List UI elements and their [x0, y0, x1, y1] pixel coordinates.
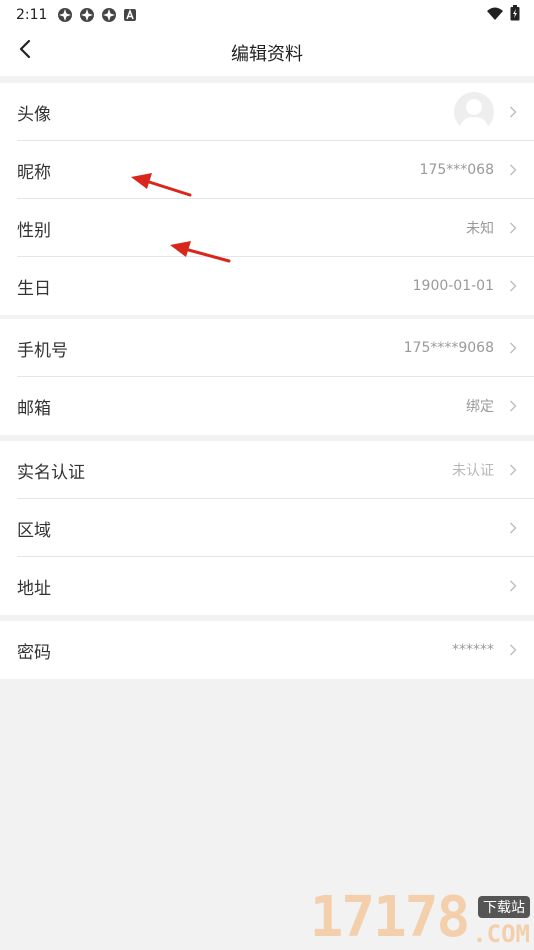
- row-label: 邮箱: [17, 398, 51, 419]
- page-title: 编辑资料: [231, 44, 303, 65]
- watermark-domain: .COM: [472, 920, 530, 948]
- address-row[interactable]: 地址: [0, 557, 534, 615]
- region-row[interactable]: 区域: [0, 499, 534, 557]
- a-notification-icon: [123, 8, 137, 22]
- chevron-right-icon: [508, 643, 518, 657]
- chevron-right-icon: [508, 399, 518, 413]
- row-label: 头像: [17, 104, 51, 125]
- row-value: 175***068: [419, 162, 494, 178]
- chevron-right-icon: [508, 341, 518, 355]
- row-label: 密码: [17, 642, 51, 663]
- row-label: 区域: [17, 520, 51, 541]
- email-row[interactable]: 邮箱 绑定: [0, 377, 534, 435]
- profile-basic-group: 头像 昵称 175***068 性别 未知 生日 1900-01-01: [0, 83, 534, 315]
- identity-group: 实名认证 未认证 区域 地址: [0, 441, 534, 615]
- chevron-right-icon: [508, 579, 518, 593]
- chevron-right-icon: [508, 221, 518, 235]
- default-avatar-icon: [459, 99, 489, 132]
- avatar-row[interactable]: 头像: [0, 83, 534, 141]
- row-value: 未知: [466, 221, 494, 237]
- chevron-right-icon: [508, 521, 518, 535]
- app-notification-icon: [101, 7, 117, 23]
- watermark: 17178 下载站 .COM: [304, 880, 534, 950]
- watermark-side: 下载站 .COM: [472, 896, 530, 948]
- row-value: 1900-01-01: [412, 278, 494, 294]
- row-label: 昵称: [17, 162, 51, 183]
- chevron-right-icon: [508, 279, 518, 293]
- wifi-icon: [486, 6, 504, 25]
- birthday-row[interactable]: 生日 1900-01-01: [0, 257, 534, 315]
- phone-row[interactable]: 手机号 175****9068: [0, 319, 534, 377]
- chevron-right-icon: [508, 463, 518, 477]
- app-notification-icon: [57, 7, 73, 23]
- row-label: 性别: [17, 220, 51, 241]
- nav-bar: 编辑资料: [0, 30, 534, 76]
- status-bar: 2:11: [0, 0, 534, 30]
- row-value: 绑定: [466, 399, 494, 415]
- app-notification-icon: [79, 7, 95, 23]
- status-time: 2:11: [16, 7, 48, 23]
- row-label: 生日: [17, 278, 51, 299]
- chevron-right-icon: [508, 163, 518, 177]
- status-notification-icons: [57, 7, 137, 23]
- row-value: 未认证: [452, 463, 494, 479]
- back-button[interactable]: [10, 36, 40, 66]
- row-label: 实名认证: [17, 462, 85, 483]
- chevron-left-icon: [19, 39, 31, 63]
- gender-row[interactable]: 性别 未知: [0, 199, 534, 257]
- nickname-row[interactable]: 昵称 175***068: [0, 141, 534, 199]
- row-label: 手机号: [17, 340, 68, 361]
- contact-group: 手机号 175****9068 邮箱 绑定: [0, 319, 534, 435]
- chevron-right-icon: [508, 105, 518, 119]
- watermark-number: 17178: [309, 885, 471, 950]
- watermark-badge: 下载站: [478, 896, 530, 918]
- avatar: [454, 92, 494, 132]
- real-name-verify-row[interactable]: 实名认证 未认证: [0, 441, 534, 499]
- security-group: 密码 ******: [0, 621, 534, 679]
- battery-icon: [510, 5, 520, 25]
- row-label: 地址: [17, 578, 51, 599]
- row-value: ******: [452, 642, 494, 658]
- password-row[interactable]: 密码 ******: [0, 621, 534, 679]
- row-value: 175****9068: [403, 340, 494, 356]
- status-system-icons: [486, 5, 520, 25]
